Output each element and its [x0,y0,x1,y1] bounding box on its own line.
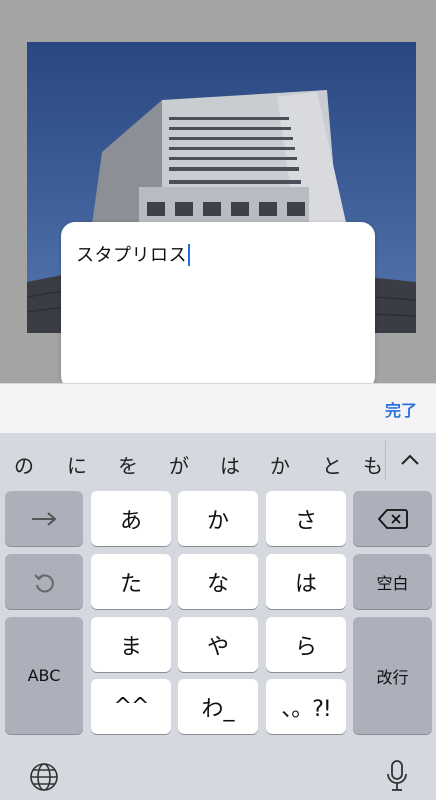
kana-key-na[interactable]: な [178,554,258,609]
candidate-item[interactable]: に [62,450,92,479]
kana-key-ka[interactable]: か [178,491,258,546]
undo-icon [32,570,56,594]
kana-key-a[interactable]: あ [91,491,171,546]
abc-key[interactable]: ABC [5,617,83,734]
japanese-kana-keyboard: の に を が は か と も あ か さ た な は 空白 ABC ま や ら… [0,433,436,800]
dakuten-key[interactable]: ^^ [91,679,171,734]
punctuation-key[interactable]: 、。?! [266,679,346,734]
kana-key-ha[interactable]: は [266,554,346,609]
keyboard-accessory-bar: 完了 [0,383,436,434]
editor-text-field[interactable]: スタプリロス [76,241,190,267]
kana-key-wa[interactable]: わ_ [178,679,258,734]
kana-key-sa[interactable]: さ [266,491,346,546]
text-caret [188,244,190,266]
chevron-up-icon[interactable] [398,449,422,473]
candidate-divider [385,441,386,481]
candidate-item[interactable]: が [164,450,194,479]
candidate-item[interactable]: を [113,450,143,479]
keyboard-bottom-bar [0,749,436,800]
kana-key-ya[interactable]: や [178,617,258,672]
kana-key-ra[interactable]: ら [266,617,346,672]
undo-key[interactable] [5,554,83,609]
text-editor[interactable]: スタプリロス [61,222,375,390]
kana-key-ma[interactable]: ま [91,617,171,672]
candidate-bar: の に を が は か と も [0,433,436,489]
kana-key-ta[interactable]: た [91,554,171,609]
candidate-item[interactable]: の [9,450,39,479]
delete-icon [377,508,408,529]
delete-key[interactable] [353,491,432,546]
candidate-item[interactable]: と [317,450,347,479]
candidate-item[interactable]: か [265,450,295,479]
microphone-icon[interactable] [386,759,408,797]
candidate-item[interactable]: は [215,450,245,479]
globe-icon[interactable] [28,761,60,797]
arrow-right-icon [30,511,58,527]
space-key[interactable]: 空白 [353,554,432,609]
return-key[interactable]: 改行 [353,617,432,734]
candidate-item[interactable]: も [362,450,384,479]
done-button[interactable]: 完了 [385,397,417,421]
editor-text: スタプリロス [76,245,187,266]
arrow-right-key[interactable] [5,491,83,546]
